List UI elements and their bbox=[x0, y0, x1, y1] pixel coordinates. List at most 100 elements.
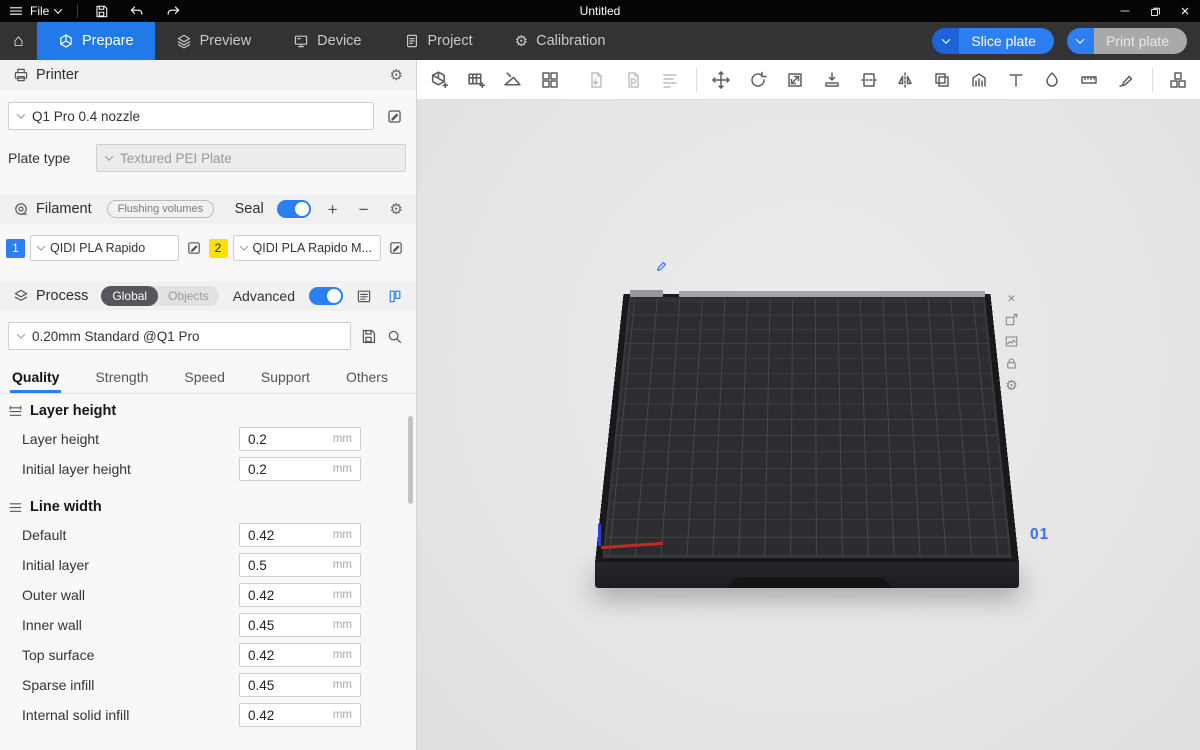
filament-1-select[interactable]: QIDI PLA Rapido bbox=[30, 235, 179, 261]
param-row: Initial layer 0.5 mm bbox=[0, 550, 416, 580]
line-width-outer-wall-input[interactable]: 0.42 mm bbox=[239, 583, 361, 607]
plate-rim-tab bbox=[630, 290, 663, 297]
tab-calibration[interactable]: ⚙ Calibration bbox=[494, 22, 627, 60]
add-object-icon[interactable] bbox=[425, 65, 454, 95]
text-icon[interactable] bbox=[1001, 65, 1030, 95]
save-preset-icon[interactable] bbox=[360, 328, 377, 345]
subtab-others[interactable]: Others bbox=[346, 369, 388, 393]
maximize-button[interactable] bbox=[1140, 0, 1170, 22]
minimize-button[interactable] bbox=[1110, 0, 1140, 22]
plate-number-label[interactable]: 01 bbox=[1030, 526, 1049, 544]
add-filament-icon[interactable]: + bbox=[328, 201, 338, 218]
filament-settings-gear-icon[interactable]: ⚙ bbox=[390, 200, 403, 218]
printer-settings-gear-icon[interactable]: ⚙ bbox=[390, 66, 403, 84]
slice-dropdown-chevron[interactable] bbox=[932, 28, 959, 54]
plate-name-edit-icon[interactable] bbox=[655, 260, 668, 276]
compare-columns-icon[interactable] bbox=[387, 288, 403, 304]
search-icon[interactable] bbox=[386, 328, 403, 345]
edit-filament-1-icon[interactable] bbox=[184, 238, 204, 258]
delete-plate-icon[interactable]: × bbox=[1003, 289, 1020, 306]
save-icon[interactable] bbox=[94, 4, 109, 19]
viewport-3d[interactable]: × ⚙ 01 bbox=[417, 100, 1200, 750]
edit-filament-2-icon[interactable] bbox=[386, 238, 406, 258]
rotate-icon[interactable] bbox=[744, 65, 773, 95]
initial-layer-height-input[interactable]: 0.2 mm bbox=[239, 457, 361, 481]
tab-preview[interactable]: Preview bbox=[155, 22, 273, 60]
filament-section-header: Filament Flushing volumes Seal + − ⚙ bbox=[0, 194, 416, 224]
plate-rim-strip bbox=[679, 291, 985, 297]
toolbar-divider bbox=[1152, 68, 1153, 92]
param-row: Sparse infill 0.45 mm bbox=[0, 670, 416, 700]
remove-filament-icon[interactable]: − bbox=[359, 201, 369, 218]
redo-icon[interactable] bbox=[165, 3, 181, 19]
mesh-boolean-icon[interactable] bbox=[928, 65, 957, 95]
undo-icon[interactable] bbox=[129, 3, 145, 19]
advanced-toggle[interactable] bbox=[309, 287, 343, 305]
variable-layer-icon[interactable] bbox=[655, 65, 684, 95]
layer-height-input[interactable]: 0.2 mm bbox=[239, 427, 361, 451]
color-paint-icon[interactable] bbox=[1112, 65, 1141, 95]
line-width-inner-wall-input[interactable]: 0.45 mm bbox=[239, 613, 361, 637]
subtab-quality[interactable]: Quality bbox=[12, 369, 59, 393]
line-width-top-surface-input[interactable]: 0.42 mm bbox=[239, 643, 361, 667]
scale-icon[interactable] bbox=[781, 65, 810, 95]
subtab-support[interactable]: Support bbox=[261, 369, 310, 393]
flushing-volumes-button[interactable]: Flushing volumes bbox=[107, 200, 215, 218]
scope-toggle: Global Objects bbox=[101, 286, 218, 306]
build-plate-surface[interactable] bbox=[595, 294, 1019, 563]
print-dropdown-chevron[interactable] bbox=[1067, 28, 1094, 54]
filament-2-select[interactable]: QIDI PLA Rapido M... bbox=[233, 235, 382, 261]
print-plate-split-button: Print plate bbox=[1067, 28, 1187, 54]
seal-toggle[interactable] bbox=[277, 200, 311, 218]
plate-snapshot-icon[interactable] bbox=[1003, 333, 1020, 350]
mirror-icon[interactable] bbox=[891, 65, 920, 95]
filament-1-badge[interactable]: 1 bbox=[6, 239, 25, 258]
line-width-default-input[interactable]: 0.42 mm bbox=[239, 523, 361, 547]
parameter-list-icon[interactable] bbox=[356, 288, 372, 304]
layer-height-icon bbox=[8, 404, 23, 419]
arrange-icon[interactable] bbox=[535, 65, 564, 95]
sidebar-scrollbar[interactable] bbox=[408, 416, 413, 504]
import-file-icon[interactable] bbox=[582, 65, 611, 95]
seam-paint-icon[interactable] bbox=[1038, 65, 1067, 95]
plate-settings-gear-icon[interactable]: ⚙ bbox=[1003, 377, 1020, 394]
lay-on-face-icon[interactable] bbox=[817, 65, 846, 95]
line-width-internal-solid-infill-input[interactable]: 0.42 mm bbox=[239, 703, 361, 727]
plate-type-select[interactable]: Textured PEI Plate bbox=[96, 144, 406, 172]
file-menu[interactable]: File bbox=[30, 4, 49, 18]
arrange-plate-icon[interactable] bbox=[1003, 311, 1020, 328]
chevron-down-icon[interactable] bbox=[54, 5, 62, 13]
support-paint-icon[interactable] bbox=[964, 65, 993, 95]
print-plate-button[interactable]: Print plate bbox=[1094, 28, 1187, 54]
chevron-down-icon bbox=[17, 330, 25, 338]
measure-icon[interactable] bbox=[1075, 65, 1104, 95]
subtab-speed[interactable]: Speed bbox=[184, 369, 224, 393]
slice-plate-button[interactable]: Slice plate bbox=[959, 28, 1054, 54]
scope-global-segment[interactable]: Global bbox=[101, 286, 158, 306]
cut-icon[interactable] bbox=[854, 65, 883, 95]
split-parts-icon[interactable] bbox=[619, 65, 648, 95]
tab-project[interactable]: Project bbox=[383, 22, 494, 60]
move-icon[interactable] bbox=[707, 65, 736, 95]
printer-model-select[interactable]: Q1 Pro 0.4 nozzle bbox=[8, 102, 374, 130]
tab-prepare[interactable]: Prepare bbox=[37, 22, 155, 60]
subtab-strength[interactable]: Strength bbox=[95, 369, 148, 393]
assembly-view-icon[interactable] bbox=[1163, 65, 1192, 95]
auto-orient-icon[interactable] bbox=[499, 65, 528, 95]
viewport-toolbar bbox=[417, 60, 1200, 100]
hamburger-menu-icon[interactable] bbox=[8, 3, 24, 19]
close-button[interactable]: × bbox=[1170, 0, 1200, 22]
home-button[interactable]: ⌂ bbox=[0, 22, 37, 60]
scope-objects-segment[interactable]: Objects bbox=[158, 286, 219, 306]
add-plate-icon[interactable] bbox=[462, 65, 491, 95]
tab-device[interactable]: Device bbox=[272, 22, 382, 60]
line-width-initial-layer-input[interactable]: 0.5 mm bbox=[239, 553, 361, 577]
preview-icon bbox=[176, 33, 192, 49]
param-row: Layer height 0.2 mm bbox=[0, 424, 416, 454]
group-header-layer-height: Layer height bbox=[0, 394, 416, 424]
lock-plate-icon[interactable] bbox=[1003, 355, 1020, 372]
edit-printer-icon[interactable] bbox=[384, 106, 404, 126]
filament-2-badge[interactable]: 2 bbox=[209, 239, 228, 258]
process-preset-select[interactable]: 0.20mm Standard @Q1 Pro bbox=[8, 322, 351, 350]
line-width-sparse-infill-input[interactable]: 0.45 mm bbox=[239, 673, 361, 697]
